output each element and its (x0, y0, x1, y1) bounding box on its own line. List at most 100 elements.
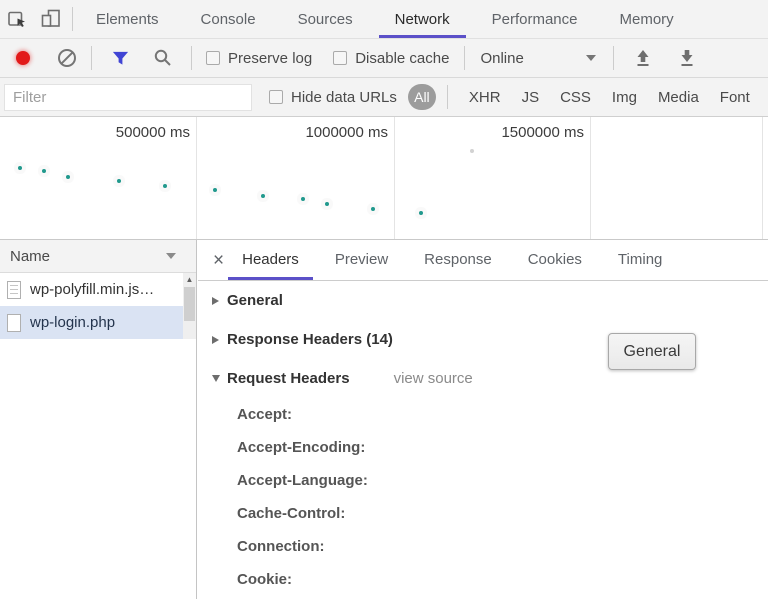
throttling-dropdown[interactable]: Online (480, 50, 595, 67)
type-filter-xhr[interactable]: XHR (469, 89, 501, 106)
section-title: Response Headers (14) (227, 331, 393, 348)
view-source-link[interactable]: view source (394, 370, 473, 387)
requests-scrollbar[interactable]: ▲ (183, 273, 196, 339)
request-dot (470, 149, 474, 153)
toolbar-divider (613, 46, 614, 70)
request-header-name: Accept-Encoding: (198, 431, 768, 464)
sort-caret-icon (166, 253, 176, 259)
tab-network[interactable]: Network (374, 1, 471, 38)
disable-cache-checkbox[interactable]: Disable cache (333, 50, 449, 67)
request-row-wp-login[interactable]: wp-login.php (0, 306, 196, 339)
name-column-header[interactable]: Name (0, 240, 196, 273)
toolbar-divider (447, 85, 448, 109)
disclosure-expanded-icon (212, 375, 220, 382)
request-dot (419, 211, 423, 215)
chevron-down-icon (586, 55, 596, 61)
request-details-panel: × Headers Preview Response Cookies Timin… (198, 240, 768, 599)
details-tab-strip: × Headers Preview Response Cookies Timin… (198, 240, 768, 281)
timeline-gridline (590, 117, 591, 239)
tab-preview[interactable]: Preview (333, 240, 390, 280)
checkbox-icon (206, 51, 220, 65)
name-column-label: Name (10, 248, 50, 265)
tab-elements[interactable]: Elements (75, 1, 180, 38)
request-dot (371, 207, 375, 211)
request-dot (117, 179, 121, 183)
filter-input[interactable] (4, 84, 252, 111)
device-toolbar-icon (41, 9, 61, 29)
tab-console[interactable]: Console (180, 1, 277, 38)
disclosure-collapsed-icon (212, 297, 219, 305)
timeline-tick-label: 1500000 ms (444, 124, 584, 141)
request-dot (213, 188, 217, 192)
search-button[interactable] (153, 48, 173, 68)
request-dot (301, 197, 305, 201)
import-har-button[interactable] (634, 49, 652, 68)
upload-icon (634, 49, 652, 68)
tab-cookies[interactable]: Cookies (526, 240, 584, 280)
floating-general-button[interactable]: General (608, 333, 696, 370)
devtools-tabbar: Elements Console Sources Network Perform… (0, 0, 768, 39)
request-dot (163, 184, 167, 188)
tab-response[interactable]: Response (422, 240, 494, 280)
type-filter-js[interactable]: JS (522, 89, 540, 106)
headers-content: General Response Headers (14) Request He… (198, 281, 768, 596)
type-filter-all[interactable]: All (408, 84, 436, 110)
hide-data-urls-checkbox[interactable]: Hide data URLs (269, 89, 397, 106)
request-dot (261, 194, 265, 198)
network-overview-timeline[interactable]: 500000 ms 1000000 ms 1500000 ms (0, 117, 768, 240)
funnel-icon (111, 49, 130, 68)
network-filter-bar: Hide data URLs All XHR JS CSS Img Media … (0, 78, 768, 117)
toolbar-divider (191, 46, 192, 70)
toggle-device-toolbar-button[interactable] (34, 0, 68, 38)
requests-panel: Name wp-polyfill.min.js… wp-login.php ▲ (0, 240, 197, 599)
disable-cache-label: Disable cache (355, 50, 449, 67)
clear-network-log-button[interactable] (58, 49, 76, 67)
download-icon (678, 49, 696, 68)
request-header-name: Connection: (198, 530, 768, 563)
type-filter-img[interactable]: Img (612, 89, 637, 106)
throttling-value: Online (480, 50, 523, 67)
close-details-button[interactable]: × (213, 251, 224, 270)
preserve-log-checkbox[interactable]: Preserve log (206, 50, 312, 67)
inspect-element-button[interactable] (0, 0, 34, 38)
network-toolbar: Preserve log Disable cache Online (0, 39, 768, 78)
disclosure-collapsed-icon (212, 336, 219, 344)
section-general[interactable]: General (198, 281, 768, 320)
filter-toggle-button[interactable] (111, 49, 130, 68)
request-row-wp-polyfill[interactable]: wp-polyfill.min.js… (0, 273, 196, 306)
tab-timing[interactable]: Timing (616, 240, 664, 280)
hide-data-urls-label: Hide data URLs (291, 89, 397, 106)
request-header-name: Accept: (198, 398, 768, 431)
scrollbar-thumb[interactable] (184, 287, 195, 321)
request-header-name: Cache-Control: (198, 497, 768, 530)
export-har-button[interactable] (678, 49, 696, 68)
document-file-icon (7, 314, 21, 332)
request-name: wp-login.php (30, 314, 115, 331)
preserve-log-label: Preserve log (228, 50, 312, 67)
search-icon (153, 48, 173, 68)
record-network-log-button[interactable] (16, 51, 30, 65)
type-filter-media[interactable]: Media (658, 89, 699, 106)
timeline-gridline (196, 117, 197, 239)
tab-sources[interactable]: Sources (277, 1, 374, 38)
checkbox-icon (269, 90, 283, 104)
timeline-tick-label: 1000000 ms (248, 124, 388, 141)
timeline-tick-label: 500000 ms (52, 124, 190, 141)
toolbar-divider (464, 46, 465, 70)
request-dot (42, 169, 46, 173)
toolbar-divider (91, 46, 92, 70)
tab-performance[interactable]: Performance (471, 1, 599, 38)
request-dot (18, 166, 22, 170)
timeline-gridline (762, 117, 763, 239)
tab-memory[interactable]: Memory (599, 1, 695, 38)
type-filter-font[interactable]: Font (720, 89, 750, 106)
tab-headers[interactable]: Headers (240, 240, 301, 280)
script-file-icon (7, 281, 21, 299)
section-title: Request Headers (227, 370, 350, 387)
scroll-up-arrow-icon[interactable]: ▲ (183, 273, 196, 286)
request-name: wp-polyfill.min.js… (30, 281, 154, 298)
type-filter-css[interactable]: CSS (560, 89, 591, 106)
section-title: General (227, 292, 283, 309)
request-header-name: Cookie: (198, 563, 768, 596)
toolbar-divider (72, 7, 73, 31)
